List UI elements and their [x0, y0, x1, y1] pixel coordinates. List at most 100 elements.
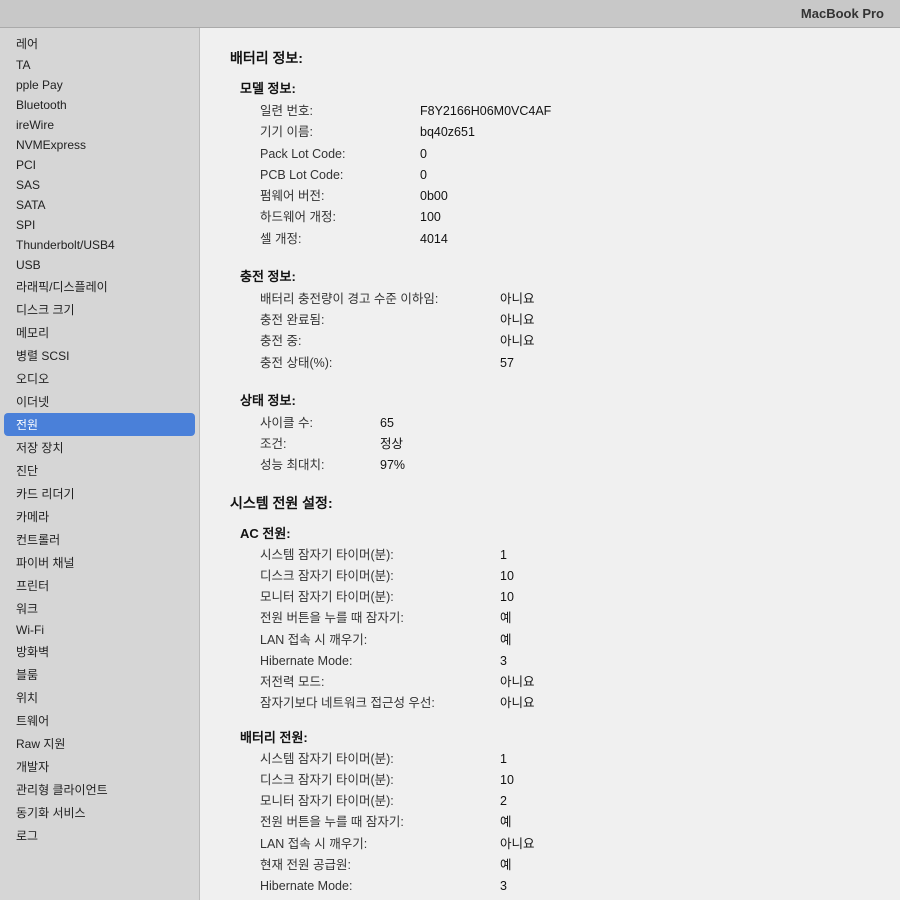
sidebar-item-2[interactable]: pple Pay: [0, 75, 199, 95]
ac-power-title: AC 전원:: [240, 523, 870, 542]
info-row-ac-power-rows-1: 디스크 잠자기 타이머(분):10: [260, 566, 870, 587]
info-value: 10: [500, 587, 514, 608]
sidebar-item-0[interactable]: 레어: [0, 32, 199, 55]
sidebar-item-5[interactable]: NVMExpress: [0, 135, 199, 155]
sidebar-item-25[interactable]: 프린터: [0, 574, 199, 597]
sidebar-item-21[interactable]: 카드 리더기: [0, 482, 199, 505]
info-value: 예: [500, 630, 512, 651]
info-row-ac-power-rows-4: LAN 접속 시 깨우기:예: [260, 630, 870, 651]
sidebar-item-29[interactable]: 블룸: [0, 663, 199, 686]
sidebar-item-33[interactable]: 개발자: [0, 755, 199, 778]
info-label: 사이클 수:: [260, 413, 380, 434]
info-row-model-info-rows-1: 기기 이름:bq40z651: [260, 122, 870, 143]
sidebar-item-8[interactable]: SATA: [0, 195, 199, 215]
title-bar: MacBook Pro: [0, 0, 900, 28]
status-info-block: 상태 정보: 사이클 수:65조건:정상성능 최대치:97%: [240, 390, 870, 477]
info-value: F8Y2166H06M0VC4AF: [420, 101, 551, 122]
sidebar-item-15[interactable]: 병렬 SCSI: [0, 344, 199, 367]
info-value: 10: [500, 566, 514, 587]
info-row-ac-power-rows-6: 저전력 모드:아니요: [260, 672, 870, 693]
info-row-battery-power-rows-0: 시스템 잠자기 타이머(분):1: [260, 749, 870, 770]
sidebar-item-17[interactable]: 이더넷: [0, 390, 199, 413]
system-power-title: 시스템 전원 설정:: [230, 493, 870, 513]
info-label: 충전 완료됨:: [260, 310, 500, 331]
info-label: 전원 버튼을 누를 때 잠자기:: [260, 608, 500, 629]
model-info-title: 모델 정보:: [240, 78, 870, 97]
sidebar-item-12[interactable]: 라래픽/디스플레이: [0, 275, 199, 298]
title-bar-title: MacBook Pro: [801, 6, 884, 21]
sidebar: 레어TApple PayBluetoothireWireNVMExpressPC…: [0, 28, 200, 900]
system-power-section: 시스템 전원 설정: AC 전원: 시스템 잠자기 타이머(분):1디스크 잠자…: [230, 493, 870, 900]
info-row-status-info-rows-0: 사이클 수:65: [260, 413, 870, 434]
ac-power-block: AC 전원: 시스템 잠자기 타이머(분):1디스크 잠자기 타이머(분):10…: [240, 523, 870, 715]
info-value: 1: [500, 545, 507, 566]
sidebar-item-22[interactable]: 카메라: [0, 505, 199, 528]
info-value: 정상: [380, 434, 403, 455]
info-value: 아니요: [500, 672, 535, 693]
sidebar-item-31[interactable]: 트웨어: [0, 709, 199, 732]
info-row-model-info-rows-0: 일련 번호:F8Y2166H06M0VC4AF: [260, 101, 870, 122]
battery-info-title: 배터리 정보:: [230, 48, 870, 68]
sidebar-item-19[interactable]: 저장 장치: [0, 436, 199, 459]
info-value: 2: [500, 791, 507, 812]
sidebar-item-11[interactable]: USB: [0, 255, 199, 275]
info-value: 아니요: [500, 289, 535, 310]
sidebar-item-4[interactable]: ireWire: [0, 115, 199, 135]
charge-info-title: 충전 정보:: [240, 266, 870, 285]
status-info-title: 상태 정보:: [240, 390, 870, 409]
model-info-block: 모델 정보: 일련 번호:F8Y2166H06M0VC4AF기기 이름:bq40…: [240, 78, 870, 250]
info-value: 아니요: [500, 331, 535, 352]
sidebar-item-24[interactable]: 파이버 채널: [0, 551, 199, 574]
info-label: 디스크 잠자기 타이머(분):: [260, 566, 500, 587]
info-value: 예: [500, 608, 512, 629]
info-label: Pack Lot Code:: [260, 144, 420, 165]
sidebar-item-10[interactable]: Thunderbolt/USB4: [0, 235, 199, 255]
sidebar-item-1[interactable]: TA: [0, 55, 199, 75]
sidebar-item-7[interactable]: SAS: [0, 175, 199, 195]
info-label: 조건:: [260, 434, 380, 455]
info-label: 셀 개정:: [260, 229, 420, 250]
info-value: 예: [500, 855, 512, 876]
info-label: 기기 이름:: [260, 122, 420, 143]
info-value: 아니요: [500, 834, 535, 855]
sidebar-item-13[interactable]: 디스크 크기: [0, 298, 199, 321]
info-label: LAN 접속 시 깨우기:: [260, 630, 500, 651]
info-label: 배터리 충전량이 경고 수준 이하임:: [260, 289, 500, 310]
info-label: PCB Lot Code:: [260, 165, 420, 186]
info-row-battery-power-rows-1: 디스크 잠자기 타이머(분):10: [260, 770, 870, 791]
sidebar-item-32[interactable]: Raw 지원: [0, 732, 199, 755]
info-row-status-info-rows-1: 조건:정상: [260, 434, 870, 455]
battery-power-block: 배터리 전원: 시스템 잠자기 타이머(분):1디스크 잠자기 타이머(분):1…: [240, 727, 870, 900]
info-row-ac-power-rows-0: 시스템 잠자기 타이머(분):1: [260, 545, 870, 566]
info-value: 57: [500, 353, 514, 374]
sidebar-item-34[interactable]: 관리형 클라이언트: [0, 778, 199, 801]
info-value: bq40z651: [420, 122, 475, 143]
sidebar-item-18[interactable]: 전원: [4, 413, 195, 436]
info-row-battery-power-rows-4: LAN 접속 시 깨우기:아니요: [260, 834, 870, 855]
sidebar-item-26[interactable]: 워크: [0, 597, 199, 620]
sidebar-item-27[interactable]: Wi-Fi: [0, 620, 199, 640]
info-row-model-info-rows-2: Pack Lot Code:0: [260, 144, 870, 165]
sidebar-item-20[interactable]: 진단: [0, 459, 199, 482]
sidebar-item-35[interactable]: 동기화 서비스: [0, 801, 199, 824]
info-label: 충전 중:: [260, 331, 500, 352]
info-label: 일련 번호:: [260, 101, 420, 122]
info-label: 저전력 모드:: [260, 672, 500, 693]
sidebar-item-23[interactable]: 컨트롤러: [0, 528, 199, 551]
sidebar-item-36[interactable]: 로그: [0, 824, 199, 847]
sidebar-item-28[interactable]: 방화벽: [0, 640, 199, 663]
info-label: 펌웨어 버전:: [260, 186, 420, 207]
sidebar-item-30[interactable]: 위치: [0, 686, 199, 709]
sidebar-item-9[interactable]: SPI: [0, 215, 199, 235]
info-label: 충전 상태(%):: [260, 353, 500, 374]
info-value: 97%: [380, 455, 405, 476]
info-value: 아니요: [500, 693, 535, 714]
info-row-ac-power-rows-7: 잠자기보다 네트워크 접근성 우선:아니요: [260, 693, 870, 714]
sidebar-item-14[interactable]: 메모리: [0, 321, 199, 344]
info-label: 디스크 잠자기 타이머(분):: [260, 770, 500, 791]
sidebar-item-6[interactable]: PCI: [0, 155, 199, 175]
info-value: 예: [500, 812, 512, 833]
sidebar-item-3[interactable]: Bluetooth: [0, 95, 199, 115]
info-row-status-info-rows-2: 성능 최대치:97%: [260, 455, 870, 476]
sidebar-item-16[interactable]: 오디오: [0, 367, 199, 390]
